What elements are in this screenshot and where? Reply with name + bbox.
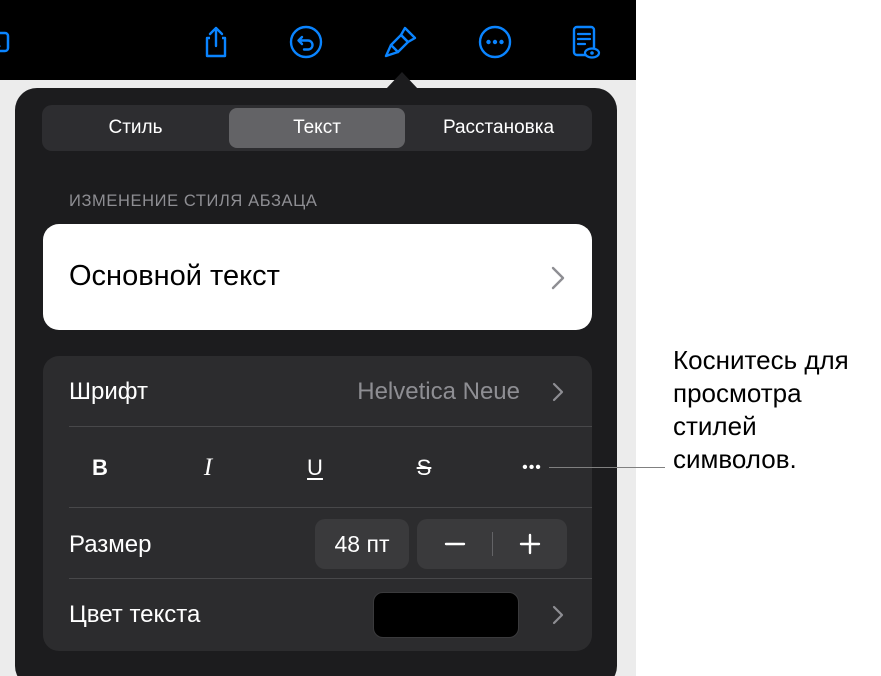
popover-arrow [386, 72, 418, 89]
format-brush-icon[interactable] [379, 20, 423, 64]
increase-size-button[interactable] [492, 519, 567, 569]
divider [69, 426, 592, 427]
tab-arrange[interactable]: Расстановка [408, 108, 589, 148]
more-text-options-button[interactable]: ••• [507, 448, 557, 488]
divider [69, 507, 592, 508]
font-label: Шрифт [69, 378, 148, 405]
text-settings-card: Шрифт Helvetica Neue B I U S ••• Размер … [43, 356, 592, 651]
reading-view-icon[interactable] [562, 20, 606, 64]
tab-text[interactable]: Текст [229, 108, 405, 148]
chevron-right-icon [552, 605, 564, 625]
more-icon[interactable] [473, 20, 517, 64]
paragraph-style-label: Основной текст [69, 260, 280, 292]
font-size-value[interactable]: 48 пт [315, 519, 409, 569]
minus-icon [444, 542, 465, 546]
callout-line [549, 467, 665, 468]
bold-button[interactable]: B [75, 448, 125, 488]
tab-style[interactable]: Стиль [45, 108, 226, 148]
decrease-size-button[interactable] [417, 519, 492, 569]
font-size-stepper [417, 519, 567, 569]
chevron-right-icon [551, 266, 565, 290]
format-tabs: Стиль Текст Расстановка [42, 105, 592, 151]
font-value: Helvetica Neue [357, 378, 520, 405]
strikethrough-button[interactable]: S [399, 448, 449, 488]
font-row[interactable]: Шрифт Helvetica Neue [43, 356, 592, 426]
format-popover: Стиль Текст Расстановка ИЗМЕНЕНИЕ СТИЛЯ … [15, 88, 617, 676]
toolbar [0, 0, 636, 80]
italic-button[interactable]: I [183, 448, 233, 488]
size-label: Размер [69, 531, 152, 558]
photo-icon[interactable] [0, 20, 18, 64]
text-color-label: Цвет текста [69, 601, 201, 628]
share-icon[interactable] [194, 20, 238, 64]
paragraph-style-row[interactable]: Основной текст [43, 224, 592, 330]
chevron-right-icon [552, 382, 564, 402]
callout-text: Коснитесь для просмотра стилей символов. [673, 345, 849, 474]
undo-icon[interactable] [284, 20, 328, 64]
section-header: ИЗМЕНЕНИЕ СТИЛЯ АБЗАЦА [69, 192, 318, 210]
text-color-swatch[interactable] [373, 592, 519, 638]
plus-icon [519, 533, 540, 555]
ipad-screen: Стиль Текст Расстановка ИЗМЕНЕНИЕ СТИЛЯ … [0, 0, 636, 676]
underline-button[interactable]: U [290, 448, 340, 488]
